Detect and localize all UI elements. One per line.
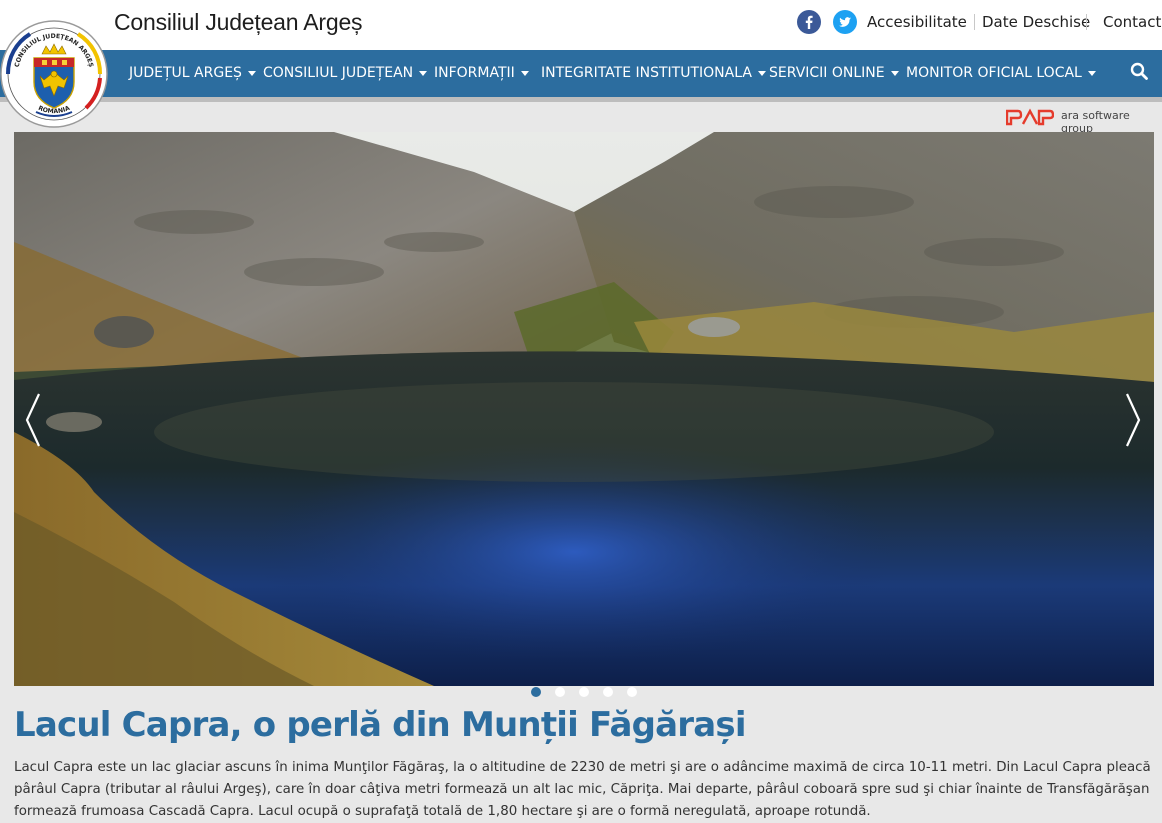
divider [974,14,975,30]
top-header: Consiliul Județean Argeș Accesibilitate … [0,0,1162,50]
slide-dot[interactable] [579,687,589,697]
nav-item-informatii[interactable]: INFORMAȚII [434,65,529,81]
article-body: Lacul Capra este un lac glaciar ascuns î… [14,760,1151,819]
contact-link[interactable]: Contact [1103,13,1161,31]
nav-label: JUDEȚUL ARGEȘ [129,65,242,81]
open-data-link[interactable]: Date Deschise [982,13,1090,31]
caret-down-icon [520,70,529,76]
main-nav: JUDEȚUL ARGEȘ CONSILIUL JUDEȚEAN INFORMA… [0,50,1162,97]
article-title[interactable]: Lacul Capra, o perlă din Munții Făgărași [14,705,747,745]
twitter-icon[interactable] [833,10,857,34]
county-logo[interactable]: CONSILIUL JUDEȚEAN ARGEȘ ROMÂNIA [0,20,108,128]
facebook-icon[interactable] [797,10,821,34]
caret-down-icon [419,70,428,76]
slide-image [14,132,1154,686]
nav-label: MONITOR OFICIAL LOCAL [906,65,1082,81]
partner-logo-icon[interactable] [1005,108,1055,131]
previous-slide-icon[interactable] [24,392,42,453]
site-title[interactable]: Consiliul Județean Argeș [114,9,363,36]
slide-dot[interactable] [603,687,613,697]
slide-dot[interactable] [627,687,637,697]
nav-label: INFORMAȚII [434,65,515,81]
caret-down-icon [247,70,256,76]
hero-slider[interactable] [14,132,1154,686]
accessibility-link[interactable]: Accesibilitate [867,13,967,31]
nav-item-integritate[interactable]: INTEGRITATE INSTITUTIONALA [541,65,766,81]
caret-down-icon [757,70,766,76]
slide-dot[interactable] [555,687,565,697]
divider [1086,14,1087,30]
next-slide-icon[interactable] [1124,392,1142,453]
nav-label: INTEGRITATE INSTITUTIONALA [541,65,752,81]
slide-dot[interactable] [531,687,541,697]
nav-item-servicii-online[interactable]: SERVICII ONLINE [769,65,899,81]
caret-down-icon [890,70,899,76]
caret-down-icon [1087,70,1096,76]
nav-label: SERVICII ONLINE [769,65,885,81]
nav-item-monitor-oficial[interactable]: MONITOR OFICIAL LOCAL [906,65,1096,81]
nav-shadow [0,97,1162,102]
search-icon[interactable] [1130,62,1148,85]
nav-label: CONSILIUL JUDEȚEAN [263,65,414,81]
nav-item-consiliul-judetean[interactable]: CONSILIUL JUDEȚEAN [263,65,428,81]
nav-item-judetul-arges[interactable]: JUDEȚUL ARGEȘ [129,65,256,81]
